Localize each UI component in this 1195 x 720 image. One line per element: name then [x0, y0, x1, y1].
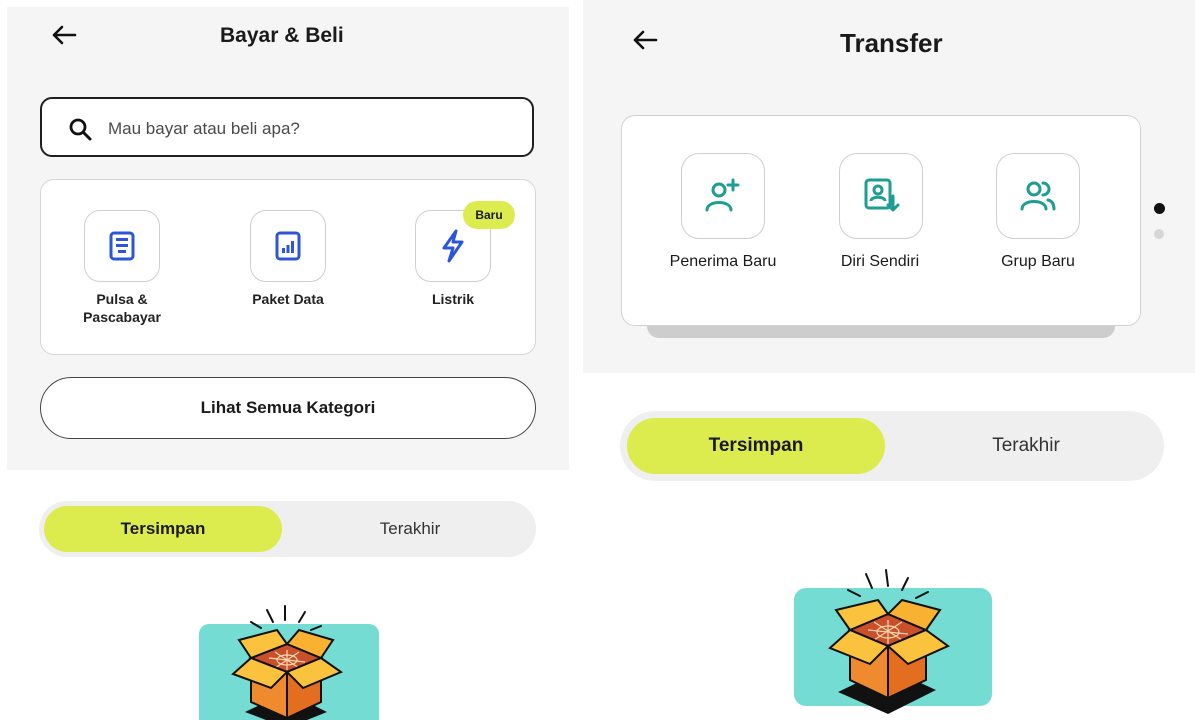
add-user-icon: [705, 178, 740, 212]
diri-sendiri-label: Diri Sendiri: [840, 253, 920, 270]
pager-dot-active[interactable]: [1154, 203, 1165, 214]
group-icon: [1020, 181, 1056, 211]
search-bar[interactable]: [40, 97, 534, 157]
left-segmented-tabs: Tersimpan Terakhir: [39, 501, 536, 557]
pulsa-pascabayar-label: Pulsa & Pascabayar: [83, 291, 161, 325]
paket-data-tile[interactable]: [250, 210, 326, 282]
grup-baru-tile[interactable]: [996, 153, 1080, 239]
penerima-baru-tile[interactable]: [681, 153, 765, 239]
data-chart-icon: [275, 231, 301, 261]
pager-dot[interactable]: [1154, 229, 1164, 239]
tab-terakhir[interactable]: Terakhir: [291, 506, 529, 552]
new-badge: Baru: [463, 201, 515, 229]
lightning-icon: [442, 229, 464, 263]
tab-tersimpan[interactable]: Tersimpan: [627, 418, 885, 474]
search-input[interactable]: [106, 113, 510, 145]
listrik-label: Listrik: [431, 291, 474, 307]
back-arrow-icon[interactable]: [632, 30, 658, 50]
page-title: Transfer: [840, 28, 943, 58]
tab-terakhir[interactable]: Terakhir: [896, 418, 1156, 474]
right-segmented-tabs: Tersimpan Terakhir: [620, 411, 1164, 481]
penerima-baru-label: Penerima Baru: [669, 253, 777, 270]
document-icon: [109, 231, 135, 261]
empty-box-illustration: [794, 569, 992, 714]
pulsa-pascabayar-tile[interactable]: [84, 210, 160, 282]
see-all-categories-button[interactable]: Lihat Semua Kategori: [40, 377, 536, 439]
search-icon: [69, 118, 92, 141]
paket-data-label: Paket Data: [252, 291, 324, 307]
back-arrow-icon[interactable]: [51, 25, 77, 45]
empty-box-illustration: [199, 605, 379, 720]
self-transfer-icon: [864, 178, 900, 212]
tab-tersimpan[interactable]: Tersimpan: [44, 506, 282, 552]
page-title: Bayar & Beli: [220, 24, 344, 47]
grup-baru-label: Grup Baru: [1001, 253, 1075, 270]
diri-sendiri-tile[interactable]: [839, 153, 923, 239]
